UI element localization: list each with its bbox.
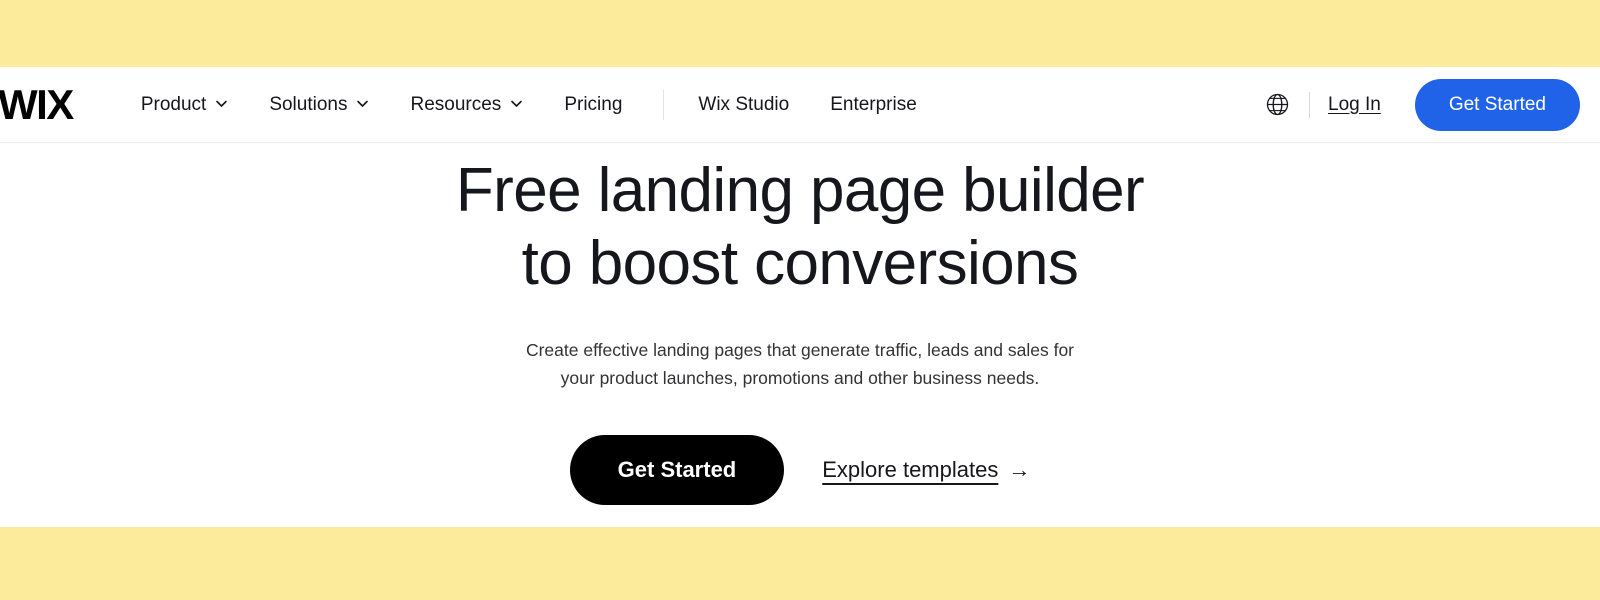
arrow-right-icon: → xyxy=(1008,456,1031,482)
page-title-line-2: to boost conversions xyxy=(521,228,1079,298)
chevron-down-icon xyxy=(356,97,369,110)
hero-cta-row: Get Started Explore templates → xyxy=(569,434,1030,505)
header-actions: Log In Get Started xyxy=(1263,78,1580,131)
nav-item-solutions[interactable]: Solutions xyxy=(269,90,369,120)
nav-item-pricing[interactable]: Pricing xyxy=(564,90,622,120)
wix-logo[interactable]: WIX xyxy=(0,83,74,126)
top-accent-band xyxy=(0,0,1600,67)
page-subtitle-line-1: Create effective landing pages that gene… xyxy=(525,340,1075,361)
site-header: WIX Product Solutions Resources Pricing … xyxy=(0,67,1600,143)
header-actions-divider xyxy=(1309,91,1310,118)
nav-item-label: Wix Studio xyxy=(698,93,790,115)
nav-item-label: Solutions xyxy=(269,93,348,115)
nav-item-label: Enterprise xyxy=(830,93,917,115)
nav-item-label: Product xyxy=(140,93,207,115)
nav-item-enterprise[interactable]: Enterprise xyxy=(830,90,917,120)
bottom-accent-band xyxy=(0,527,1600,600)
nav-item-label: Resources xyxy=(410,93,502,115)
chevron-down-icon xyxy=(215,97,228,110)
header-get-started-button[interactable]: Get Started xyxy=(1414,78,1580,131)
explore-templates-label: Explore templates xyxy=(822,456,999,482)
page-title: Free landing page builder to boost conve… xyxy=(455,155,1145,300)
page-subtitle-line-2: your product launches, promotions and ot… xyxy=(560,368,1040,389)
globe-icon[interactable] xyxy=(1263,91,1291,119)
hero-section: Free landing page builder to boost conve… xyxy=(0,144,1600,527)
nav-item-label: Pricing xyxy=(564,93,623,115)
hero-get-started-button[interactable]: Get Started xyxy=(569,434,785,505)
nav-item-product[interactable]: Product xyxy=(141,90,228,120)
explore-templates-link[interactable]: Explore templates → xyxy=(822,457,1030,483)
page-subtitle: Create effective landing pages that gene… xyxy=(526,336,1074,393)
log-in-link[interactable]: Log In xyxy=(1328,94,1381,116)
chevron-down-icon xyxy=(510,97,523,110)
page-title-line-1: Free landing page builder xyxy=(455,156,1145,225)
main-navigation: Product Solutions Resources Pricing Wix … xyxy=(141,89,917,120)
nav-item-resources[interactable]: Resources xyxy=(410,90,523,120)
nav-item-wix-studio[interactable]: Wix Studio xyxy=(698,90,789,120)
nav-divider xyxy=(663,89,665,120)
